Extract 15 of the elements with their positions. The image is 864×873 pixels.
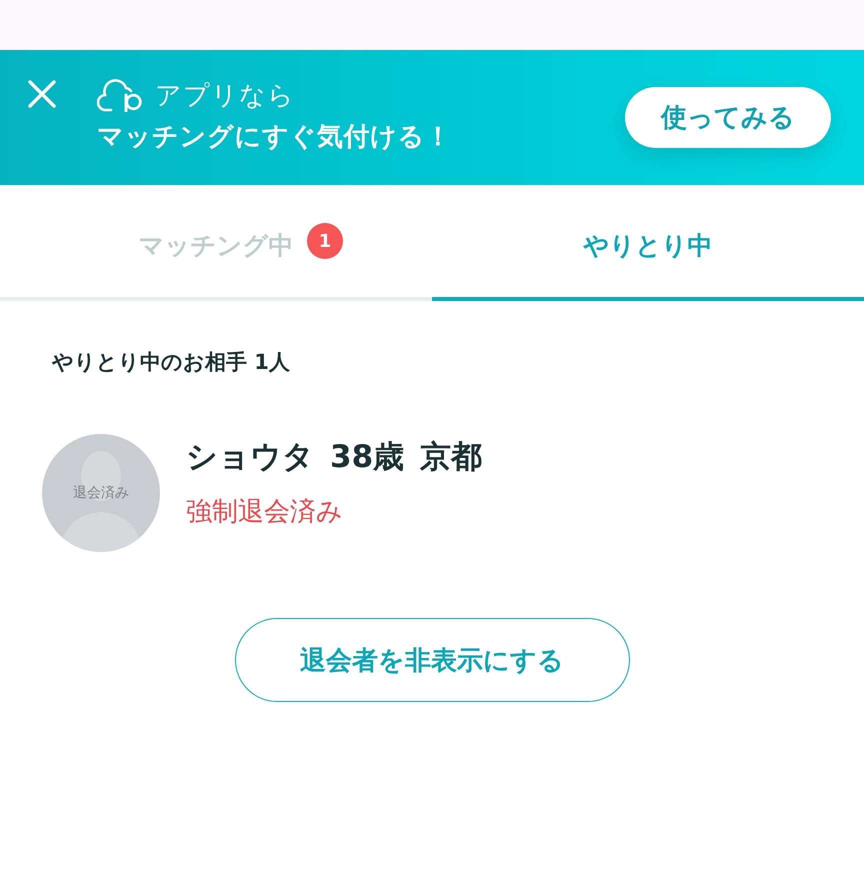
section-heading: やりとり中のお相手 1人	[52, 350, 290, 374]
tab[interactable]: マッチング中 1	[0, 185, 432, 301]
close-icon[interactable]	[28, 80, 56, 108]
avatar-silhouette-icon	[42, 434, 160, 552]
account-status: 強制退会済み	[186, 497, 343, 527]
hide-withdrawn-button[interactable]: 退会者を非表示にする	[234, 618, 630, 702]
banner-headline: アプリなら	[155, 80, 295, 112]
try-app-button[interactable]: 使ってみる	[625, 87, 831, 148]
partner-age: 38歳	[330, 438, 404, 477]
partner-location: 京都	[420, 438, 482, 477]
banner-message: マッチングにすぐ気付ける！	[97, 121, 452, 154]
tab[interactable]: やりとり中	[432, 185, 864, 301]
count-badge: 1	[307, 223, 343, 259]
partner-name: ショウタ	[186, 438, 314, 477]
avatar-label: 退会済み	[73, 484, 129, 502]
